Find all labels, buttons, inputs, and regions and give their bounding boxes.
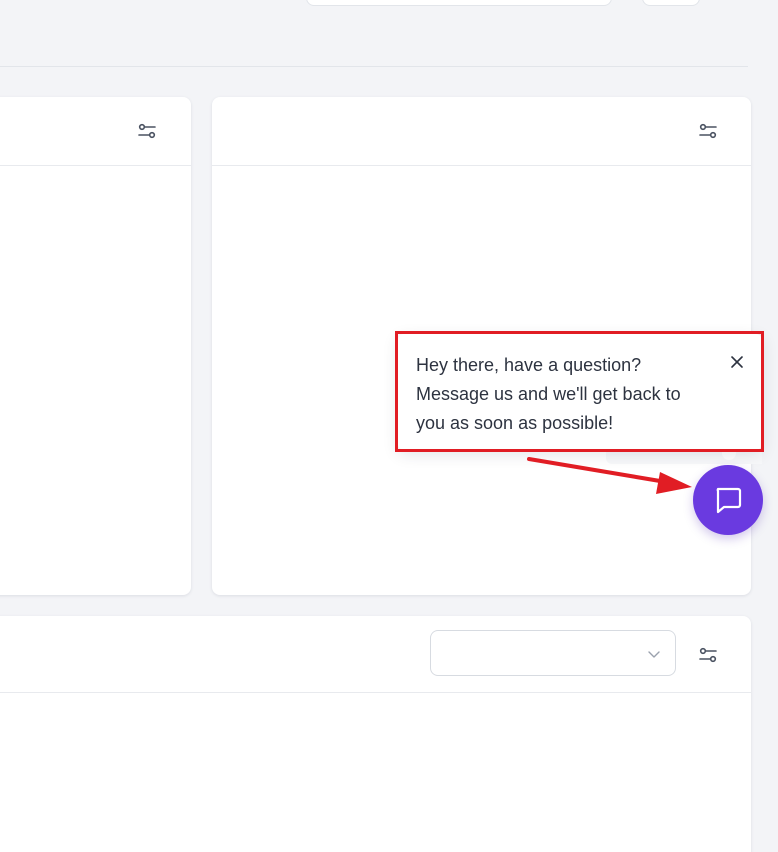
header-divider — [0, 66, 748, 67]
chat-greeting-popup[interactable]: Hey there, have a question? Message us a… — [398, 334, 762, 450]
card-header-divider — [0, 165, 191, 166]
chat-bubble-icon — [716, 487, 742, 514]
filter-sliders-icon[interactable] — [138, 122, 156, 140]
card-header-divider — [0, 692, 751, 693]
dashboard-card-left — [0, 97, 191, 595]
chat-message-line: Hey there, have a question? — [416, 355, 642, 375]
period-select[interactable] — [430, 630, 676, 676]
header-action-button[interactable] — [642, 0, 700, 6]
chevron-down-icon — [647, 647, 661, 661]
chat-greeting-message: Hey there, have a question? Message us a… — [416, 351, 716, 438]
filter-sliders-icon[interactable] — [699, 122, 717, 140]
card-header-divider — [212, 165, 751, 166]
dashboard-card-bottom — [0, 616, 751, 852]
close-icon[interactable] — [729, 354, 745, 370]
header-search-box[interactable] — [306, 0, 612, 6]
dashboard-page: Hey there, have a question? Message us a… — [0, 0, 778, 852]
chat-message-line: Message us and we'll get back to — [416, 384, 681, 404]
filter-sliders-icon[interactable] — [699, 646, 717, 664]
chat-launcher-button[interactable] — [693, 465, 763, 535]
chat-message-line: you as soon as possible! — [416, 413, 614, 433]
